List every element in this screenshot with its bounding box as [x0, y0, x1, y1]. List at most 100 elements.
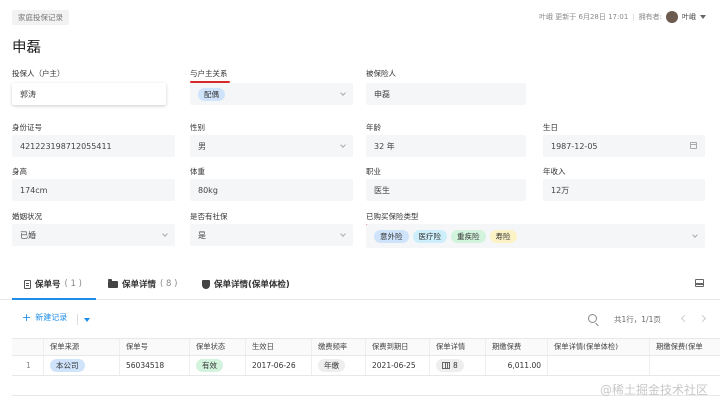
- field-insured: 被保险人 申磊: [366, 68, 526, 106]
- field-label: 身份证号: [12, 123, 42, 132]
- field-label: 身高: [12, 167, 27, 176]
- weight-input[interactable]: 80kg: [190, 179, 353, 201]
- birthday-date-picker[interactable]: 1987-12-05: [543, 135, 705, 157]
- field-occupation: 职业 医生: [366, 166, 526, 204]
- id-number-input[interactable]: 421223198712055411: [12, 135, 175, 157]
- occupation-input[interactable]: 医生: [366, 179, 526, 201]
- owner-name[interactable]: 叶峨: [682, 12, 696, 22]
- field-label: 是否有社保: [190, 212, 228, 221]
- field-income: 年收入 12万: [543, 166, 705, 204]
- field-label: 婚姻状况: [12, 212, 42, 221]
- field-gender: 性别 男: [190, 122, 353, 160]
- field-label: 年收入: [543, 167, 566, 176]
- policyholder-input[interactable]: 郭涛: [12, 83, 166, 105]
- new-record-dropdown-icon[interactable]: [84, 318, 90, 322]
- income-input[interactable]: 12万: [543, 179, 705, 201]
- details-badge: 8: [436, 359, 464, 372]
- insurance-type-pill: 寿险: [489, 229, 517, 243]
- insurance-type-pill: 意外险: [374, 229, 409, 243]
- tab-policy-checkup[interactable]: 保单详情(保单体检): [202, 278, 290, 290]
- search-icon[interactable]: [588, 314, 597, 323]
- active-tab-indicator: [12, 298, 96, 300]
- pagination-info: 共1行，1/1页: [614, 315, 661, 324]
- age-value: 32 年: [366, 135, 526, 157]
- record-type-tag[interactable]: 家庭投保记录: [12, 10, 69, 25]
- premium-checkup-cell[interactable]: [650, 356, 720, 375]
- field-label: 体重: [190, 167, 205, 176]
- frequency-pill: 年缴: [318, 359, 345, 372]
- field-age: 年龄 32 年: [366, 122, 526, 160]
- owner-label: 拥有者:: [638, 13, 662, 21]
- next-page-icon[interactable]: [698, 314, 707, 323]
- effective-date-cell[interactable]: 2017-06-26: [246, 356, 312, 375]
- gender-select[interactable]: 男: [190, 135, 353, 157]
- height-input[interactable]: 174cm: [12, 179, 175, 201]
- row-index: 1: [12, 356, 44, 375]
- field-label: 性别: [190, 123, 205, 132]
- due-date-cell[interactable]: 2021-06-25: [366, 356, 430, 375]
- related-tabs: 保单号 ( 1 ) 保单详情 ( 8 ) 保单详情(保单体检): [0, 266, 720, 300]
- field-relation: 与户主关系 配偶: [190, 68, 353, 106]
- field-insurance-types: 已购买保险类型 意外险 医疗险 重疾险 寿险: [366, 211, 705, 251]
- field-policyholder: 投保人（户主） 郭涛: [12, 68, 166, 106]
- status-badge: 有效: [196, 359, 223, 372]
- tab-policy-details[interactable]: 保单详情 ( 8 ): [108, 278, 177, 290]
- field-height: 身高 174cm: [12, 166, 175, 204]
- insurance-types-multiselect[interactable]: 意外险 医疗险 重疾险 寿险: [366, 224, 705, 248]
- status-cell[interactable]: 有效: [190, 356, 246, 375]
- field-marital: 婚姻状况 已婚: [12, 211, 175, 249]
- insurance-type-pill: 重疾险: [451, 229, 486, 243]
- column-header[interactable]: 保单状态: [190, 339, 246, 355]
- record-meta: 叶峨 更新于 6月28日 17:01 | 拥有者: 叶峨: [539, 11, 706, 23]
- chevron-down-icon: [340, 231, 346, 237]
- premium-cell[interactable]: 6,011.00: [486, 356, 548, 375]
- new-record-button[interactable]: + 新建记录: [22, 312, 67, 323]
- column-header[interactable]: 生效日: [246, 339, 312, 355]
- column-header[interactable]: 保单号: [120, 339, 190, 355]
- checkup-cell[interactable]: [548, 356, 650, 375]
- calendar-icon[interactable]: [690, 142, 697, 149]
- source-cell[interactable]: 本公司: [44, 356, 120, 375]
- policy-number-cell[interactable]: 56034518: [120, 356, 190, 375]
- plus-icon: +: [22, 310, 32, 324]
- column-header[interactable]: 保费到期日: [366, 339, 430, 355]
- table-icon: [442, 362, 450, 369]
- marital-select[interactable]: 已婚: [12, 224, 175, 246]
- column-header[interactable]: 保单详情(保单体检): [548, 339, 650, 355]
- field-label: 与户主关系: [190, 69, 229, 83]
- chevron-down-icon: [162, 231, 168, 237]
- field-label: 被保险人: [366, 69, 396, 78]
- document-icon: [24, 279, 31, 289]
- record-title: 申磊: [12, 40, 41, 56]
- column-header[interactable]: 期缴保费: [486, 339, 548, 355]
- column-header[interactable]: 期缴保费(保单: [650, 339, 720, 355]
- table-header-row: 保单来源 保单号 保单状态 生效日 缴费频率 保费到期日 保单详情 期缴保费 保…: [12, 338, 720, 356]
- relation-pill: 配偶: [198, 87, 225, 101]
- field-social-insurance: 是否有社保 是: [190, 211, 353, 249]
- details-cell[interactable]: 8: [430, 356, 486, 375]
- tab-policy-number[interactable]: 保单号 ( 1 ): [24, 278, 82, 290]
- chevron-down-icon: [692, 232, 698, 238]
- field-weight: 体重 80kg: [190, 166, 353, 204]
- column-header[interactable]: 保单详情: [430, 339, 486, 355]
- table-row[interactable]: 1 本公司 56034518 有效 2017-06-26 年缴 2021-06-…: [12, 356, 720, 376]
- frequency-cell[interactable]: 年缴: [312, 356, 366, 375]
- field-birthday: 生日 1987-12-05: [543, 122, 705, 160]
- column-header[interactable]: 保单来源: [44, 339, 120, 355]
- field-label: 职业: [366, 167, 381, 176]
- folder-icon: [108, 278, 118, 288]
- panel-toggle-icon[interactable]: [695, 279, 704, 287]
- relation-select[interactable]: 配偶: [190, 83, 353, 105]
- chevron-down-icon: [340, 90, 346, 96]
- owner-dropdown-icon[interactable]: [700, 15, 706, 19]
- table-toolbar: + 新建记录 共1行，1/1页: [0, 308, 720, 330]
- prev-page-icon[interactable]: [680, 314, 689, 323]
- field-label: 已购买保险类型: [366, 212, 420, 226]
- column-header[interactable]: 缴费频率: [312, 339, 366, 355]
- source-pill: 本公司: [50, 359, 85, 372]
- owner-avatar[interactable]: [666, 11, 678, 23]
- social-insurance-select[interactable]: 是: [190, 224, 353, 246]
- chevron-down-icon: [340, 142, 346, 148]
- field-label: 投保人（户主）: [12, 69, 65, 78]
- insured-input[interactable]: 申磊: [366, 83, 526, 105]
